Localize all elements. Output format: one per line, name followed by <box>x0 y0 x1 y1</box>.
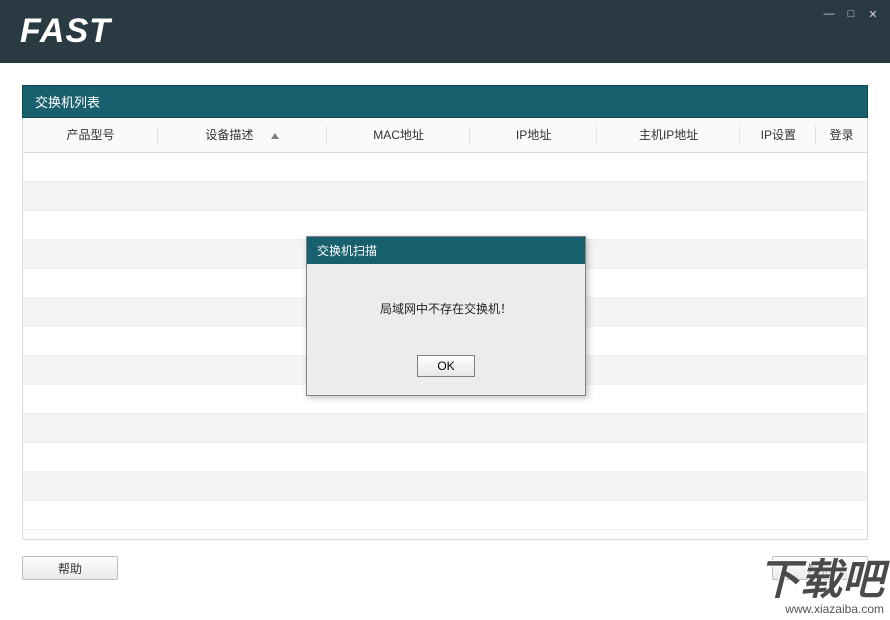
dialog-body: 局域网中不存在交换机！ OK <box>307 264 585 395</box>
minimize-button[interactable]: — <box>820 6 838 22</box>
table-row <box>23 413 867 442</box>
table-row <box>23 442 867 471</box>
table-row <box>23 500 867 529</box>
table-row <box>23 181 867 210</box>
table-header-row: 产品型号 设备描述 MAC地址 IP地址 主机IP地址 IP设置 登录 <box>23 118 867 152</box>
col-header-model[interactable]: 产品型号 <box>23 118 158 152</box>
brand-logo: FAST <box>20 12 111 51</box>
col-header-mac[interactable]: MAC地址 <box>327 118 470 152</box>
scan-dialog: 交换机扫描 局域网中不存在交换机！ OK <box>306 236 586 396</box>
close-button[interactable]: ✕ <box>864 6 882 22</box>
panel-title: 交换机列表 <box>22 85 868 118</box>
col-header-ipset[interactable]: IP设置 <box>740 118 816 152</box>
sort-asc-icon <box>271 133 279 139</box>
col-header-ip[interactable]: IP地址 <box>470 118 597 152</box>
maximize-button[interactable]: □ <box>842 6 860 22</box>
dialog-message: 局域网中不存在交换机！ <box>317 300 575 317</box>
window-controls: — □ ✕ <box>820 6 882 22</box>
table-row <box>23 152 867 181</box>
watermark-url: www.xiazaiba.com <box>758 602 884 616</box>
table-row <box>23 471 867 500</box>
dialog-title: 交换机扫描 <box>307 237 585 264</box>
title-bar: FAST — □ ✕ <box>0 0 890 63</box>
col-header-desc[interactable]: 设备描述 <box>158 118 327 152</box>
refresh-button[interactable]: 刷新 <box>772 556 868 580</box>
col-header-hostip[interactable]: 主机IP地址 <box>597 118 740 152</box>
table-row <box>23 210 867 239</box>
help-button[interactable]: 帮助 <box>22 556 118 580</box>
bottom-bar: 帮助 刷新 <box>22 556 868 580</box>
col-header-login[interactable]: 登录 <box>816 118 867 152</box>
dialog-ok-button[interactable]: OK <box>417 355 475 377</box>
